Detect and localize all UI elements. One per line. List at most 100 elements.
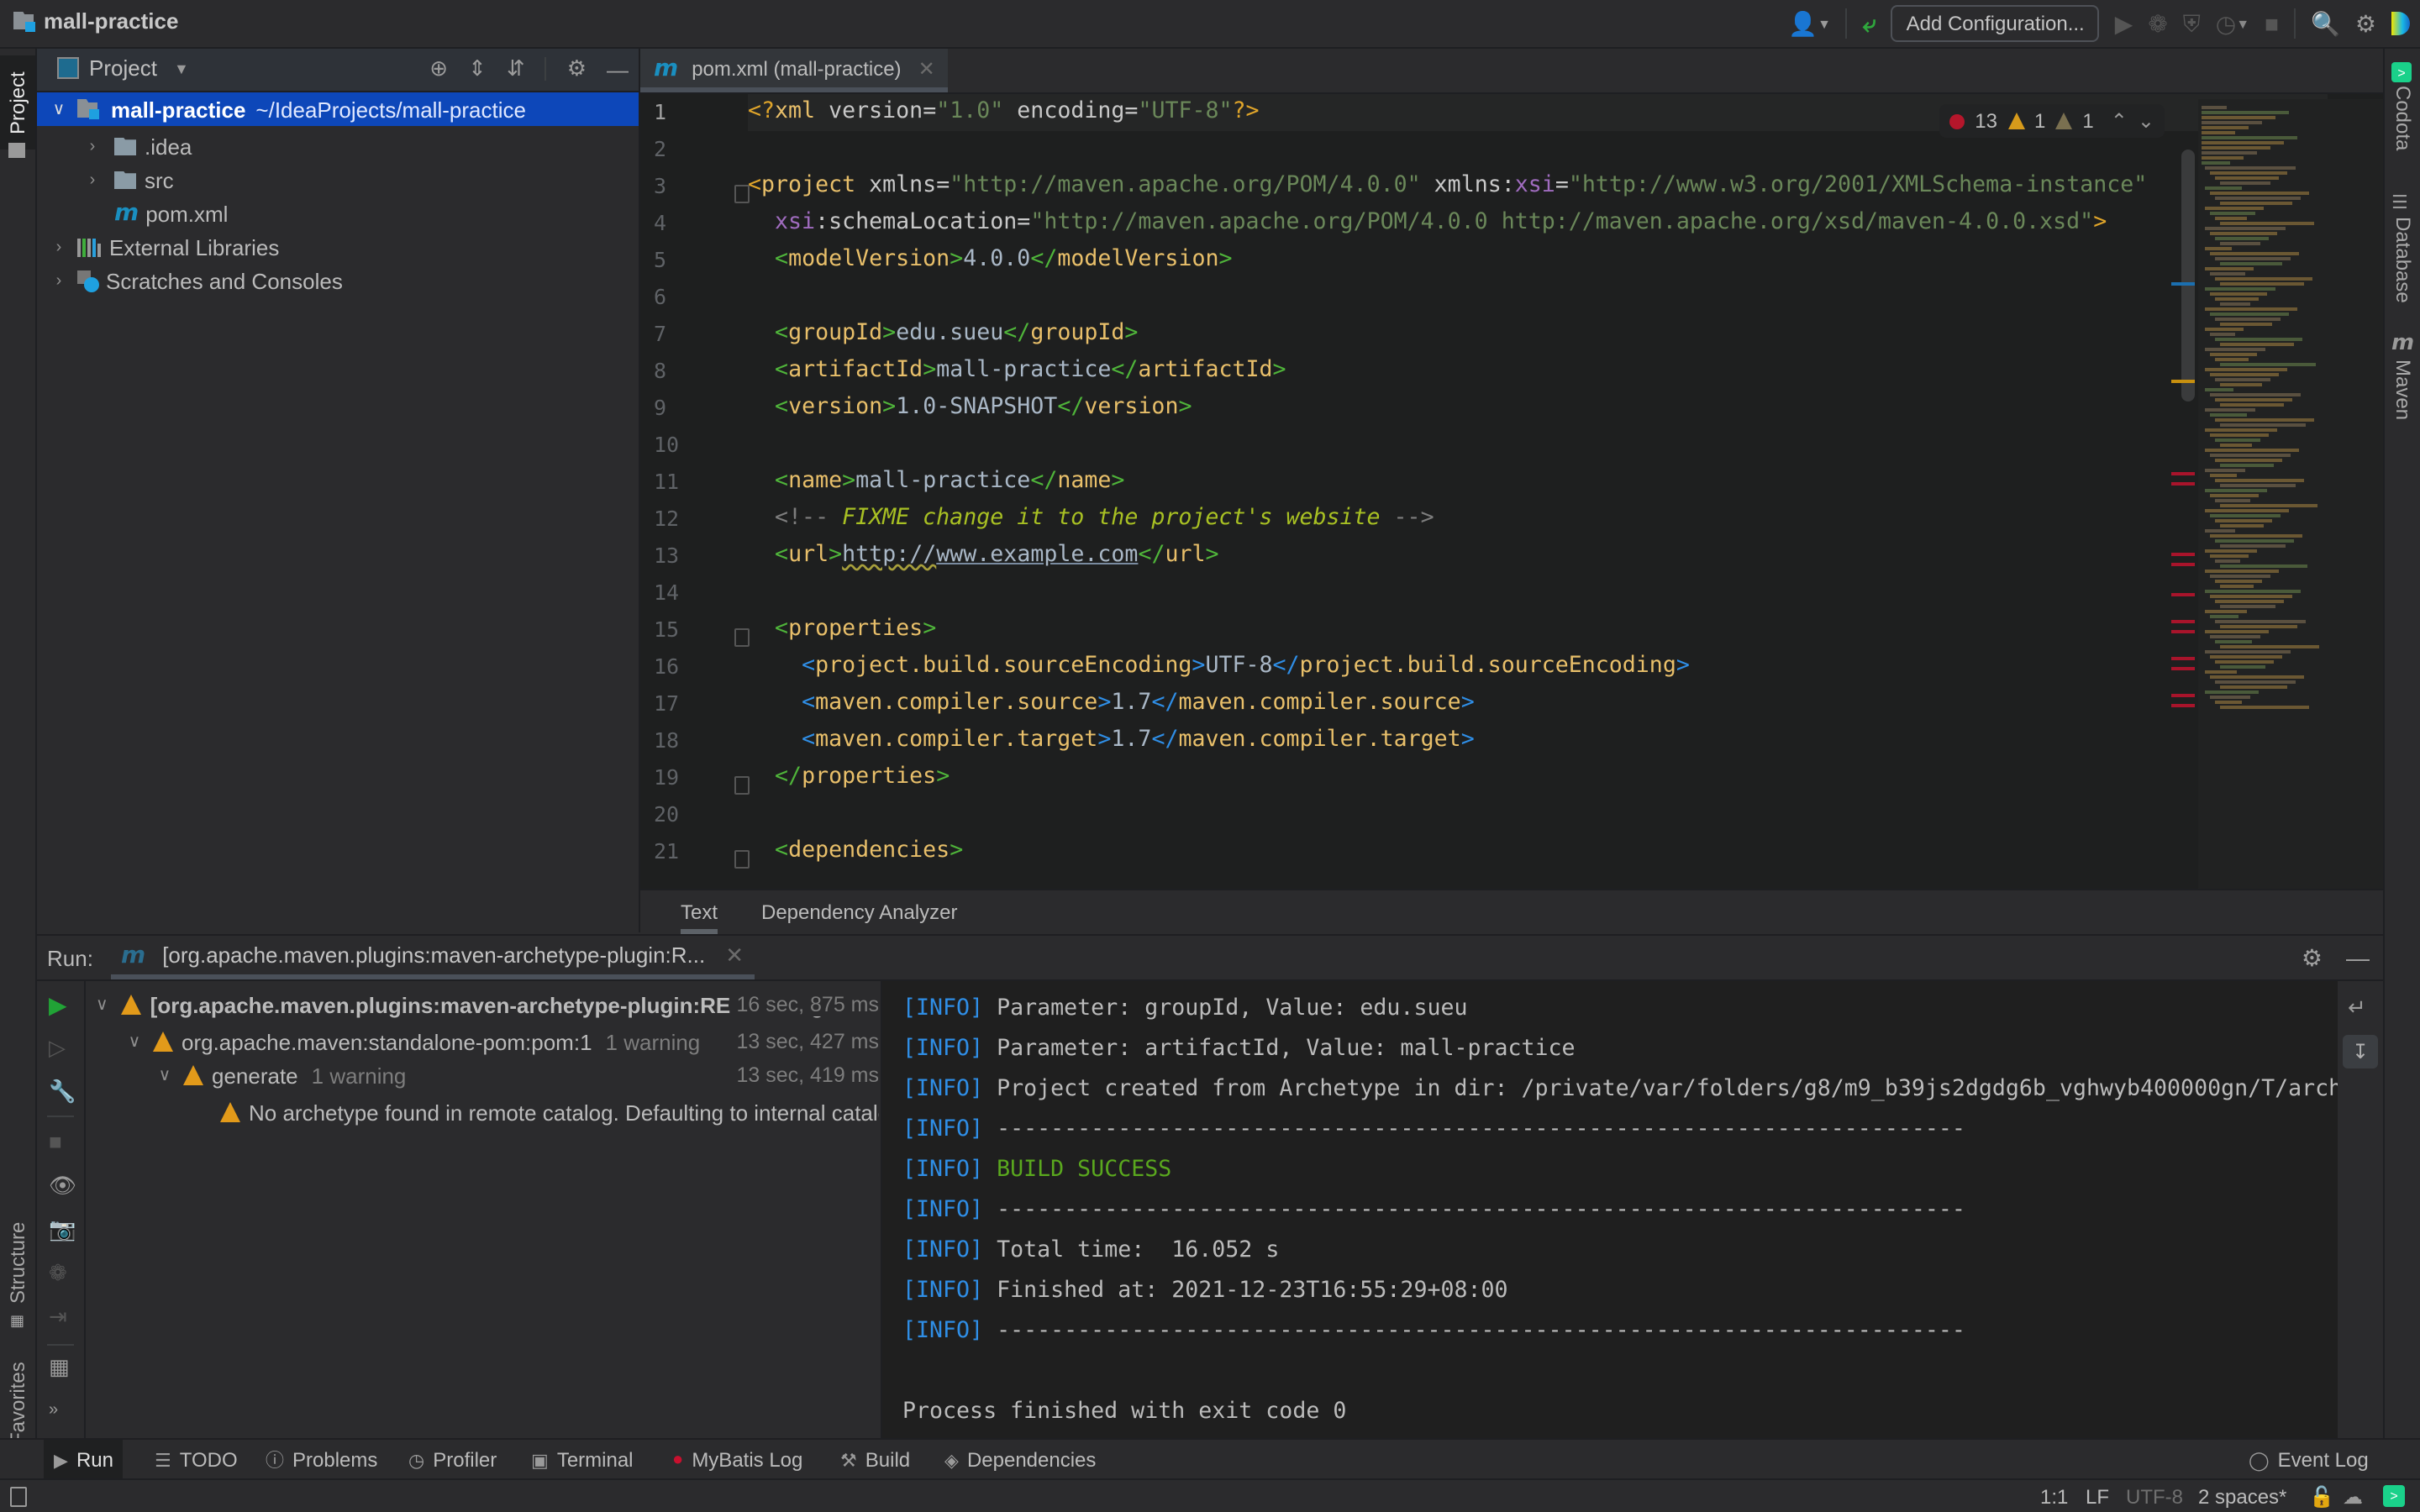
build-node[interactable]: ∨ org.apache.maven:standalone-pom:pom:1 … (126, 1025, 879, 1058)
next-highlight-icon[interactable]: ⌄ (2138, 109, 2154, 133)
settings-button[interactable]: ⚙ (2355, 9, 2376, 38)
add-configuration-button[interactable]: Add Configuration... (1891, 5, 2100, 42)
build-node[interactable]: ∨ generate 1 warning 13 sec, 419 ms (156, 1058, 879, 1092)
gear-icon[interactable]: ⚙ (567, 55, 587, 82)
vertical-scrollbar[interactable] (2181, 150, 2195, 402)
fold-marker-icon[interactable] (734, 776, 750, 795)
error-stripe-mark[interactable] (2171, 620, 2195, 623)
tool-window-mybatis-log[interactable]: ● MyBatis Log (662, 1440, 813, 1480)
rerun-failed-icon[interactable]: ▷ (49, 1035, 66, 1062)
soft-wrap-icon[interactable]: ↵ (2348, 995, 2366, 1021)
tool-window-profiler[interactable]: ◷ Profiler (398, 1440, 507, 1480)
minimap-line (2215, 539, 2294, 543)
fold-marker-icon[interactable] (734, 628, 750, 647)
error-stripe-mark[interactable] (2171, 282, 2195, 286)
error-stripe-mark[interactable] (2171, 704, 2195, 707)
inspection-widget[interactable]: 13 1 1 ⌃ ⌄ (1939, 104, 2165, 138)
codota-icon[interactable]: > (2383, 1485, 2405, 1507)
event-log-button[interactable]: ◯ Event Log (2238, 1440, 2379, 1480)
minimap-line (2202, 146, 2270, 150)
debug-button[interactable]: ❁ (2148, 9, 2167, 38)
tool-window-terminal[interactable]: ▣ Terminal (521, 1440, 644, 1480)
tool-tab-favorites[interactable]: Favorites (0, 1359, 35, 1446)
build-node[interactable]: No archetype found in remote catalog. De… (220, 1095, 879, 1129)
expand-all-icon[interactable]: ⇕ (468, 55, 487, 82)
previous-highlight-icon[interactable]: ⌃ (2111, 109, 2128, 133)
lock-icon[interactable]: 🔓 (2309, 1485, 2334, 1509)
code-minimap[interactable] (2198, 99, 2383, 889)
layout-toggle-icon[interactable] (10, 1487, 27, 1507)
tree-item-scratches[interactable]: › Scratches and Consoles (37, 264, 639, 297)
rerun-icon[interactable]: ▶ (49, 991, 67, 1020)
stop-icon[interactable]: ■ (49, 1129, 62, 1154)
more-icon[interactable]: » (49, 1401, 58, 1420)
line-separator[interactable]: LF (2086, 1485, 2109, 1509)
error-stripe-mark[interactable] (2171, 593, 2195, 596)
tree-item-project-root[interactable]: ∨ mall-practice ~/IdeaProjects/mall-prac… (37, 92, 639, 126)
vcs-user-button[interactable]: 👤 ▼ (1788, 9, 1831, 38)
tool-tab-codota[interactable]: > Codota (2391, 62, 2415, 150)
error-stripe-mark[interactable] (2171, 657, 2195, 660)
gear-icon[interactable]: ⚙ (2302, 944, 2323, 973)
tab-dependency-analyzer[interactable]: Dependency Analyzer (761, 900, 958, 924)
coverage-button[interactable]: ⛨ (2183, 9, 2201, 38)
editor-tab-pom-xml[interactable]: m pom.xml (mall-practice) ✕ (640, 49, 949, 92)
tool-window-problems[interactable]: ⓘ Problems (255, 1440, 387, 1480)
error-stripe-mark[interactable] (2171, 694, 2195, 697)
tool-window-run[interactable]: ▶ Run (44, 1440, 124, 1480)
code-area[interactable]: <?xml version="1.0" encoding="UTF-8"?> <… (748, 94, 2328, 889)
project-breadcrumb[interactable]: mall-practice (13, 8, 178, 34)
build-project-button[interactable]: ⤶ (1863, 9, 1876, 38)
tool-window-todo[interactable]: ☰ TODO (145, 1440, 248, 1480)
indent-setting[interactable]: 2 spaces* (2198, 1485, 2286, 1509)
tree-item-src[interactable]: › src (37, 163, 639, 197)
tool-window-build[interactable]: ⚒ Build (830, 1440, 920, 1480)
search-everywhere-button[interactable]: 🔍 (2311, 9, 2340, 38)
maven-icon: m (2391, 331, 2415, 356)
profile-button[interactable]: ◷ ▼ (2216, 9, 2249, 38)
tree-item-pom-xml[interactable]: m pom.xml (37, 197, 639, 230)
minimap-line (2205, 428, 2277, 432)
project-view-selector[interactable]: Project ▼ (57, 55, 189, 81)
import-icon[interactable]: ⇥ (49, 1304, 67, 1331)
error-stripe-mark[interactable] (2171, 667, 2195, 670)
scroll-to-end-icon[interactable]: ↧ (2343, 1035, 2378, 1068)
error-stripe-mark[interactable] (2171, 482, 2195, 486)
tree-item-external-libraries[interactable]: › External Libraries (37, 230, 639, 264)
stop-button[interactable]: ■ (2265, 10, 2279, 37)
close-icon[interactable]: ✕ (725, 942, 744, 969)
locate-icon[interactable]: ⊕ (429, 55, 448, 82)
caret-position[interactable]: 1:1 (2040, 1485, 2068, 1509)
run-tab[interactable]: m [org.apache.maven.plugins:maven-archet… (111, 936, 755, 979)
build-node[interactable]: ∨ [org.apache.maven.plugins:maven-archet… (96, 988, 879, 1021)
camera-icon[interactable]: 📷 (49, 1216, 76, 1243)
tool-tab-project[interactable]: Project (0, 55, 35, 150)
error-stripe-mark[interactable] (2171, 563, 2195, 566)
fold-marker-icon[interactable] (734, 185, 750, 203)
error-stripe-mark[interactable] (2171, 630, 2195, 633)
tree-item-idea[interactable]: › .idea (37, 129, 639, 163)
fold-marker-icon[interactable] (734, 850, 750, 869)
run-button[interactable]: ▶ (2115, 9, 2133, 38)
file-encoding[interactable]: UTF-8 (2126, 1485, 2183, 1509)
collapse-all-icon[interactable]: ⇵ (507, 55, 525, 82)
tool-window-dependencies[interactable]: ◈ Dependencies (934, 1440, 1106, 1480)
error-stripe-mark[interactable] (2171, 472, 2195, 475)
console-output[interactable]: [INFO] Parameter: groupId, Value: edu.su… (881, 981, 2339, 1440)
hide-icon[interactable]: — (607, 56, 629, 81)
tool-tab-database[interactable]: ☰ Database (2391, 192, 2415, 303)
tool-tab-maven[interactable]: m Maven (2391, 331, 2420, 420)
console-line: [INFO] Finished at: 2021-12-23T16:55:29+… (902, 1273, 1508, 1310)
warning-stripe-mark[interactable] (2171, 380, 2195, 383)
tab-text[interactable]: Text (681, 900, 718, 934)
layout-icon[interactable]: ▦ (49, 1354, 70, 1381)
eye-icon[interactable]: 👁 (49, 1173, 76, 1200)
toolbox-button[interactable] (2391, 12, 2410, 35)
debug-export-icon[interactable]: ❁ (49, 1260, 67, 1287)
wrench-icon[interactable]: 🔧 (49, 1079, 76, 1105)
close-icon[interactable]: ✕ (918, 56, 935, 80)
hide-icon[interactable]: — (2346, 944, 2370, 973)
inspection-profile-icon[interactable]: ☁ (2343, 1485, 2363, 1509)
tool-tab-structure[interactable]: Structure (0, 1216, 35, 1309)
error-stripe-mark[interactable] (2171, 553, 2195, 556)
